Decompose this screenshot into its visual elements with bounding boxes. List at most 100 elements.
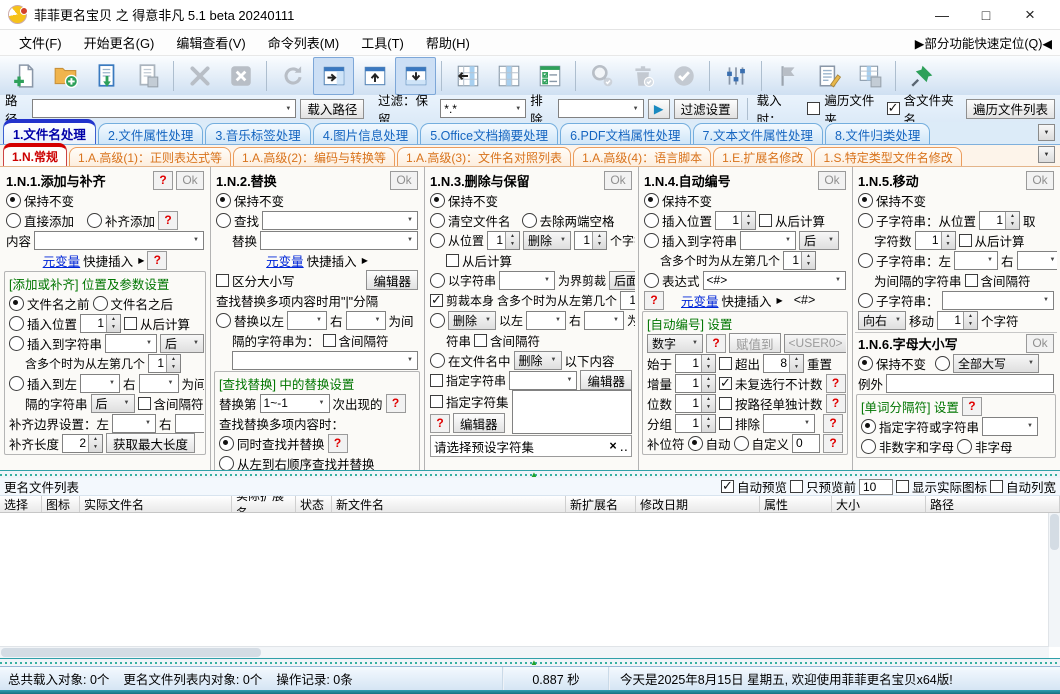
auto-column-width-checkbox[interactable]: [990, 480, 1003, 493]
chevron-down-icon[interactable]: [609, 312, 623, 329]
position-spinner[interactable]: 1: [487, 231, 520, 250]
help-button[interactable]: ?: [430, 414, 450, 433]
delete-mode-select[interactable]: 删除: [448, 311, 496, 330]
help-button[interactable]: ?: [826, 394, 846, 413]
traverse-folders-checkbox[interactable]: [807, 102, 820, 115]
load-path-button[interactable]: 载入路径: [300, 99, 364, 119]
substring-combobox[interactable]: [942, 291, 1054, 310]
spin-buttons-icon[interactable]: [88, 435, 102, 452]
help-button[interactable]: ?: [644, 291, 664, 310]
include-folder-name-checkbox[interactable]: [887, 102, 900, 115]
trim-spaces-radio[interactable]: [522, 213, 537, 228]
boundary-left-combobox[interactable]: [112, 414, 156, 433]
horizontal-scrollbar[interactable]: [0, 646, 1049, 658]
help-button[interactable]: ?: [328, 434, 348, 453]
preview-first-checkbox[interactable]: [790, 480, 803, 493]
menu-tools[interactable]: 工具(T): [350, 33, 415, 52]
non-alnum-radio[interactable]: [861, 439, 876, 454]
spec-string-checkbox[interactable]: [430, 374, 443, 387]
metavar-link[interactable]: 元变量: [266, 251, 304, 270]
subtab-compare-list[interactable]: 1.A.高级(3)：文件名对照列表: [397, 147, 571, 166]
spin-buttons-icon[interactable]: [963, 312, 977, 329]
keep-unchanged-radio[interactable]: [430, 193, 445, 208]
find-combobox[interactable]: [262, 211, 418, 230]
help-button[interactable]: ?: [826, 374, 846, 393]
chevron-down-icon[interactable]: [281, 100, 295, 117]
sequential-radio[interactable]: [219, 456, 234, 471]
simultaneous-radio[interactable]: [219, 436, 234, 451]
spin-buttons-icon[interactable]: [701, 395, 715, 412]
insert-between-radio[interactable]: [9, 376, 24, 391]
substring-pos-radio[interactable]: [858, 213, 873, 228]
chevron-down-icon[interactable]: [371, 312, 385, 329]
tab-pdf-attributes[interactable]: 6.PDF文档属性处理: [560, 123, 690, 144]
before-name-radio[interactable]: [9, 296, 24, 311]
case-mode-select[interactable]: 全部大写: [953, 354, 1039, 373]
left-delimiter-combobox[interactable]: [954, 251, 998, 270]
insert-pos-spinner[interactable]: 1: [715, 211, 756, 230]
right-delimiter-combobox[interactable]: [346, 311, 386, 330]
path-combobox[interactable]: [32, 99, 296, 118]
menu-command-list[interactable]: 命令列表(M): [257, 33, 351, 52]
insert-pos-spinner[interactable]: 1: [80, 314, 121, 333]
charset-textarea[interactable]: [512, 390, 632, 434]
from-end-checkbox[interactable]: [446, 254, 459, 267]
spin-buttons-icon[interactable]: [701, 375, 715, 392]
chevron-down-icon[interactable]: [983, 252, 997, 269]
menu-help[interactable]: 帮助(H): [415, 33, 481, 52]
move-count-spinner[interactable]: 1: [937, 311, 978, 330]
between-replace-combobox[interactable]: [232, 351, 418, 370]
case-sensitive-checkbox[interactable]: [216, 274, 229, 287]
auto-pad-radio[interactable]: [688, 436, 703, 451]
column-status[interactable]: 状态: [296, 496, 332, 512]
right-delimiter-combobox[interactable]: [139, 374, 179, 393]
filter-settings-button[interactable]: 过滤设置: [674, 99, 738, 119]
insert-to-string-radio[interactable]: [644, 233, 659, 248]
chevron-down-icon[interactable]: [781, 232, 795, 249]
ok-button[interactable]: Ok: [1026, 171, 1054, 190]
replace-between-radio[interactable]: [216, 313, 231, 328]
chevron-down-icon[interactable]: [1023, 418, 1037, 435]
get-max-length-button[interactable]: 获取最大长度: [106, 433, 195, 453]
spin-buttons-icon[interactable]: [741, 212, 755, 229]
delete-confirm-button[interactable]: [622, 57, 663, 95]
confirm-button[interactable]: [663, 57, 704, 95]
chevron-down-icon[interactable]: [891, 312, 905, 329]
editor-button[interactable]: 编辑器: [366, 270, 418, 290]
tab-filename-processing[interactable]: 1.文件名处理: [3, 119, 96, 144]
side-select[interactable]: 后: [160, 334, 204, 353]
chevron-down-icon[interactable]: [403, 352, 417, 369]
spin-buttons-icon[interactable]: [106, 315, 120, 332]
keep-unchanged-radio[interactable]: [6, 193, 21, 208]
spec-string-combobox[interactable]: [509, 371, 577, 390]
ok-button[interactable]: Ok: [604, 171, 632, 190]
substring-radio[interactable]: [858, 293, 873, 308]
expression-combobox[interactable]: <#>: [703, 271, 846, 290]
tab-file-classify[interactable]: 8.文件归类处理: [825, 123, 930, 144]
after-name-radio[interactable]: [93, 296, 108, 311]
side-select[interactable]: 后: [91, 394, 135, 413]
search-confirm-button[interactable]: [581, 57, 622, 95]
flyout-arrow-icon[interactable]: ▶: [138, 256, 144, 265]
ok-button[interactable]: Ok: [176, 171, 204, 190]
include-sep-checkbox[interactable]: [323, 334, 336, 347]
import-list-button[interactable]: [86, 57, 127, 95]
auto-preview-checkbox[interactable]: [721, 480, 734, 493]
chevron-down-icon[interactable]: [141, 415, 155, 432]
chevron-down-icon[interactable]: [824, 232, 838, 249]
in-name-radio[interactable]: [430, 353, 445, 368]
subtab-extension[interactable]: 1.E.扩展名修改: [713, 147, 812, 166]
chevron-down-icon[interactable]: [629, 100, 643, 117]
column-attributes[interactable]: 属性: [760, 496, 832, 512]
help-button[interactable]: ?: [158, 211, 178, 230]
scrollbar-thumb[interactable]: [1, 648, 261, 657]
quick-locate-link[interactable]: ▶部分功能快速定位(Q)◀: [915, 33, 1052, 52]
keep-unchanged-radio[interactable]: [858, 193, 873, 208]
column-path[interactable]: 路径: [926, 496, 1060, 512]
pad-add-radio[interactable]: [87, 213, 102, 228]
help-button[interactable]: ?: [386, 394, 406, 413]
open-folder-button[interactable]: [45, 57, 86, 95]
spin-buttons-icon[interactable]: [166, 355, 180, 372]
subtab-normal[interactable]: 1.N.常规: [3, 143, 67, 166]
char-count-spinner[interactable]: 1: [915, 231, 956, 250]
